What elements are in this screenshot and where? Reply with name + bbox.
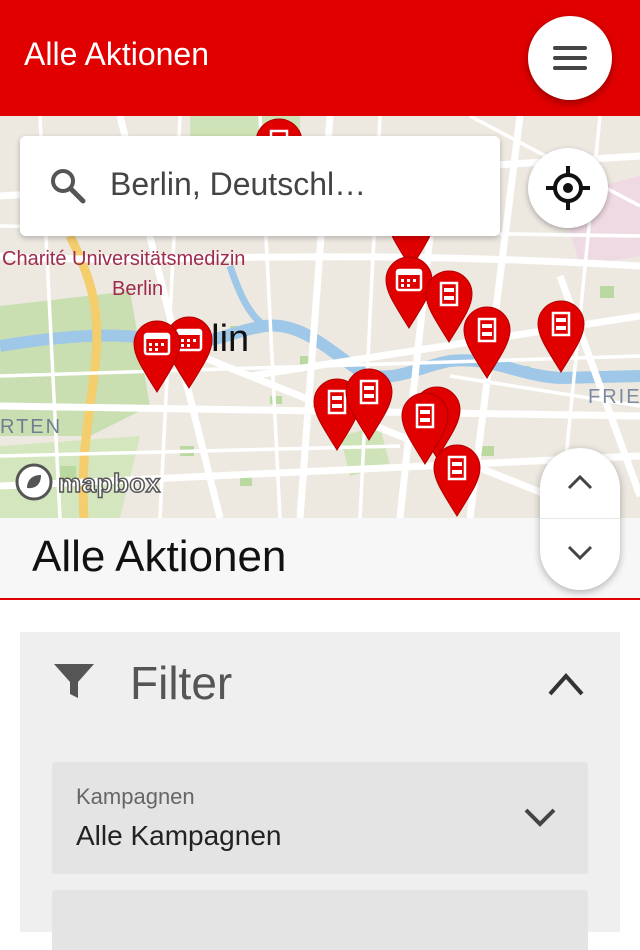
filter-title: Filter	[130, 657, 233, 709]
map-label-district-right: FRIE	[588, 386, 640, 408]
chevron-up-icon[interactable]	[544, 666, 588, 702]
search-icon	[51, 169, 86, 204]
hamburger-menu-icon	[553, 46, 587, 70]
map-label-poi-line2: Berlin	[112, 278, 164, 300]
mapbox-logo[interactable]: mapbox	[14, 462, 190, 504]
map-marker-building[interactable]	[462, 306, 512, 380]
filter-panel: Filter Kampagnen Alle Kampagnen	[20, 632, 620, 950]
chevron-up-icon	[567, 474, 593, 490]
map-label-district-left: RTEN	[0, 416, 63, 438]
second-select[interactable]	[52, 890, 588, 950]
scroll-down-button[interactable]	[540, 519, 620, 589]
chevron-down-icon	[524, 808, 556, 827]
scroll-controls	[540, 448, 620, 590]
search-input[interactable]: Berlin, Deutschl…	[110, 166, 480, 203]
filter-funnel-icon	[54, 664, 94, 698]
search-box[interactable]: Berlin, Deutschl…	[20, 136, 500, 236]
map-marker-building[interactable]	[344, 368, 394, 442]
menu-button[interactable]	[528, 16, 612, 100]
app-bar-title: Alle Aktionen	[24, 36, 210, 72]
section-title: Alle Aktionen	[32, 532, 287, 581]
mapbox-attribution: mapbox	[57, 467, 161, 499]
mapbox-logo-icon	[15, 463, 53, 501]
map-marker-calendar[interactable]	[132, 320, 182, 394]
map-label-poi: Charité Universitätsmedizin	[2, 248, 246, 270]
map-marker-building[interactable]	[432, 444, 482, 518]
scroll-up-button[interactable]	[540, 448, 620, 519]
app-bar: Alle Aktionen	[0, 0, 640, 116]
campaign-select[interactable]: Kampagnen Alle Kampagnen	[52, 762, 588, 874]
chevron-down-icon	[567, 545, 593, 561]
locate-button[interactable]	[528, 148, 608, 228]
my-location-icon	[546, 166, 590, 210]
campaign-select-value: Alle Kampagnen	[76, 820, 282, 851]
map-marker-building[interactable]	[536, 300, 586, 374]
campaign-select-label: Kampagnen	[76, 784, 195, 809]
